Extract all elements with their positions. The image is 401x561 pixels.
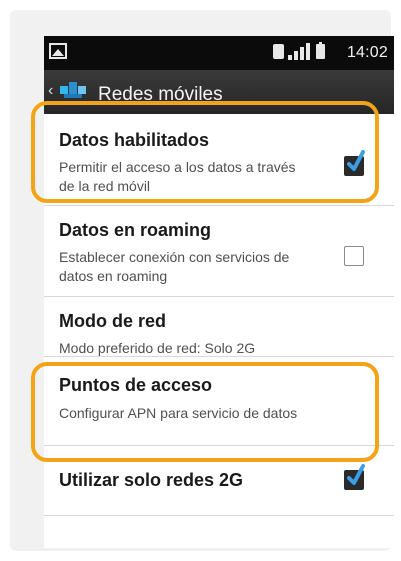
- setting-summary: Establecer conexión con servicios de dat…: [59, 249, 290, 284]
- picture-icon: [49, 43, 67, 59]
- sim-icon: [273, 44, 284, 59]
- setting-summary: Modo preferido de red: Solo 2G: [59, 340, 256, 356]
- checkmark-icon: [347, 150, 365, 171]
- phone-screen: 14:02 ‹ Redes móviles Datos habilitados …: [44, 36, 394, 548]
- setting-title: Puntos de acceso: [59, 375, 213, 395]
- checkmark-icon: [347, 464, 365, 485]
- setting-datos-en-roaming[interactable]: Datos en roaming Establecer conexión con…: [44, 206, 394, 297]
- action-bar[interactable]: ‹ Redes móviles: [44, 70, 394, 114]
- datos-en-roaming-checkbox[interactable]: [344, 246, 364, 266]
- status-bar: 14:02: [44, 36, 394, 70]
- datos-habilitados-checkbox[interactable]: [344, 150, 365, 176]
- screenshot-frame: 14:02 ‹ Redes móviles Datos habilitados …: [10, 10, 394, 551]
- page-title: Redes móviles: [98, 84, 223, 105]
- back-arrow-icon[interactable]: ‹: [48, 82, 53, 100]
- setting-puntos-de-acceso[interactable]: Puntos de acceso Configurar APN para ser…: [44, 357, 394, 446]
- setting-summary: Configurar APN para servicio de datos: [59, 405, 298, 421]
- setting-datos-habilitados[interactable]: Datos habilitados Permitir el acceso a l…: [44, 116, 394, 206]
- status-time: 14:02: [346, 44, 388, 61]
- setting-title: Datos habilitados: [59, 130, 210, 150]
- network-settings-icon[interactable]: [60, 80, 90, 102]
- setting-title: Modo de red: [59, 311, 166, 331]
- signal-icon: [288, 43, 310, 60]
- setting-summary: Permitir el acceso a los datos a través …: [59, 159, 296, 194]
- setting-title: Datos en roaming: [59, 220, 212, 240]
- setting-modo-de-red[interactable]: Modo de red Modo preferido de red: Solo …: [44, 297, 394, 357]
- utilizar-solo-redes-2g-checkbox[interactable]: [344, 464, 365, 490]
- settings-list: Datos habilitados Permitir el acceso a l…: [44, 116, 394, 516]
- setting-title: Utilizar solo redes 2G: [59, 470, 244, 490]
- setting-utilizar-solo-redes-2g[interactable]: Utilizar solo redes 2G: [44, 446, 394, 516]
- battery-icon: [316, 42, 325, 59]
